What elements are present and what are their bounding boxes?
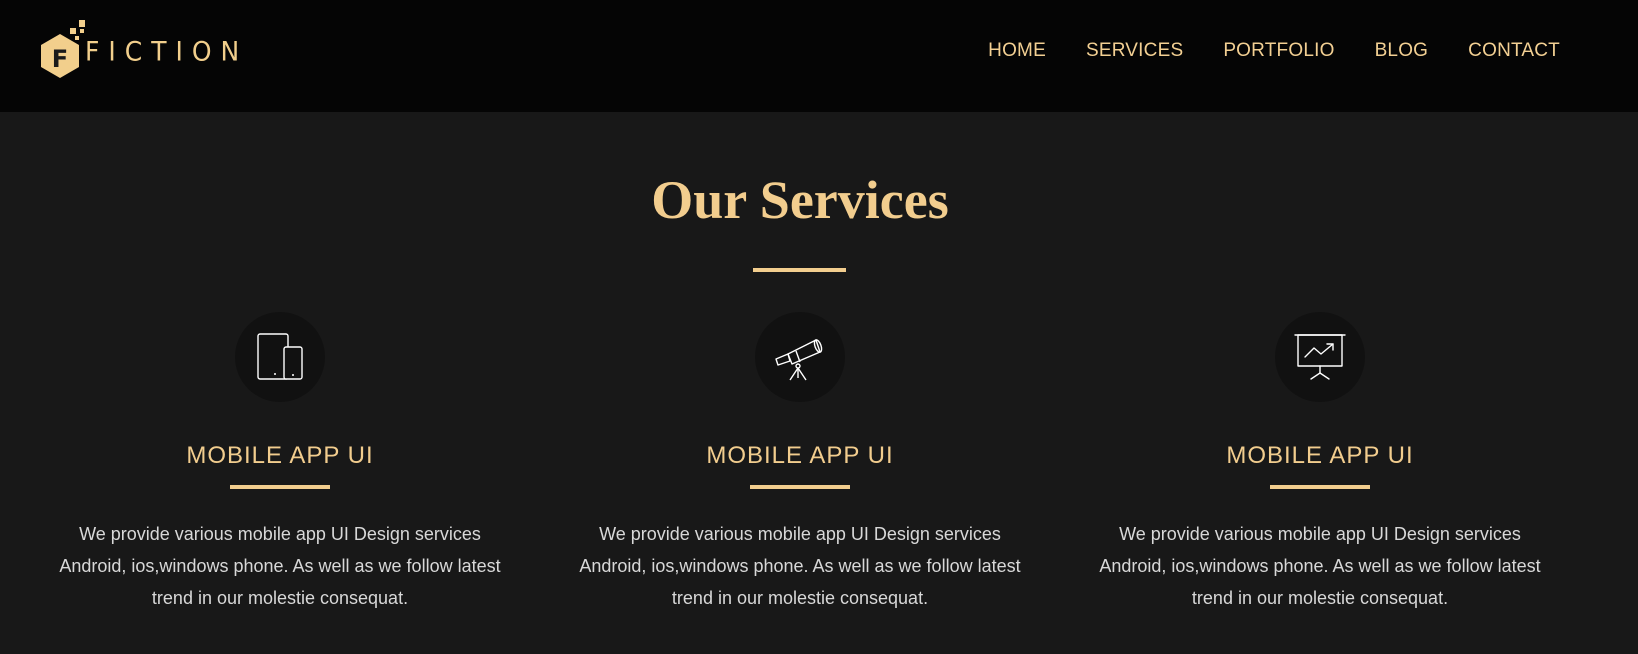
service-title-divider: [750, 485, 850, 489]
logo-mark-letter: F: [52, 45, 68, 73]
logo-mark-icon: F: [39, 16, 85, 78]
logo-wordmark: FICTION: [85, 35, 249, 67]
tablet-phone-icon: [257, 333, 303, 380]
main-nav: HOME SERVICES PORTFOLIO BLOG CONTACT: [988, 36, 1560, 66]
service-description: We provide various mobile app UI Design …: [1099, 524, 1541, 608]
service-description: We provide various mobile app UI Design …: [579, 524, 1021, 608]
service-title: MOBILE APP UI: [186, 442, 374, 469]
nav-portfolio[interactable]: PORTFOLIO: [1223, 40, 1334, 62]
service-title-divider: [1270, 485, 1370, 489]
telescope-icon: [775, 339, 823, 381]
nav-home[interactable]: HOME: [988, 40, 1046, 62]
section-title: Our Services: [651, 170, 949, 230]
presentation-chart-icon: [1294, 334, 1346, 380]
service-title: MOBILE APP UI: [1226, 442, 1414, 469]
title-divider: [753, 268, 846, 272]
site-logo[interactable]: F FICTION: [39, 16, 239, 78]
service-icon-circle: [1275, 312, 1365, 402]
service-title: MOBILE APP UI: [706, 442, 894, 469]
service-icon-circle: [235, 312, 325, 402]
nav-services[interactable]: SERVICES: [1086, 40, 1183, 62]
site-header: F FICTION HOME SERVICES PORTFOLIO BLOG C…: [0, 0, 1638, 112]
service-description: We provide various mobile app UI Design …: [59, 524, 501, 608]
nav-blog[interactable]: BLOG: [1375, 40, 1429, 62]
service-icon-circle: [755, 312, 845, 402]
service-title-divider: [230, 485, 330, 489]
nav-contact[interactable]: CONTACT: [1468, 40, 1560, 62]
